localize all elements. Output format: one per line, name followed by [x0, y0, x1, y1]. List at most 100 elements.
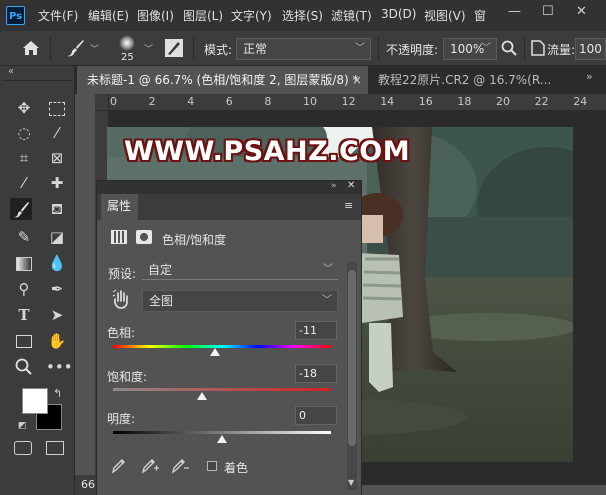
- mode-label: 模式:: [204, 43, 233, 57]
- tab-label: 教程22原片.CR2 @ 16.7%(R...: [378, 73, 552, 87]
- rectangle-tool-icon[interactable]: [13, 330, 35, 352]
- panel-scroll-thumb[interactable]: [348, 270, 356, 446]
- colorize-label: 着色: [224, 461, 249, 475]
- brush-tool-icon[interactable]: [10, 198, 32, 220]
- gradient-tool-icon[interactable]: [13, 252, 35, 274]
- menu-image[interactable]: 图像(I): [137, 7, 174, 24]
- saturation-slider-thumb[interactable]: [197, 392, 208, 400]
- quick-selection-tool-icon[interactable]: ⁄: [46, 122, 68, 144]
- move-tool-icon[interactable]: ✥: [13, 97, 35, 119]
- ruler-tick-label: 22: [534, 95, 549, 108]
- ruler-tick-label: 2: [148, 95, 156, 108]
- saturation-input[interactable]: -18: [295, 364, 337, 383]
- menu-file[interactable]: 文件(F): [38, 7, 78, 24]
- colorize-checkbox[interactable]: [207, 461, 217, 471]
- pressure-opacity-icon[interactable]: [501, 40, 517, 56]
- hue-input[interactable]: -11: [295, 321, 337, 340]
- flow-label: 流量:: [547, 43, 576, 57]
- crop-tool-icon[interactable]: ⌗: [13, 147, 35, 169]
- eraser-tool-icon[interactable]: ◪: [46, 226, 68, 248]
- eyedropper-icon[interactable]: [110, 456, 128, 474]
- adjustment-title: 色相/饱和度: [162, 233, 227, 247]
- maximize-button[interactable]: ☐: [542, 4, 554, 19]
- dodge-tool-icon[interactable]: ⚲: [13, 278, 35, 300]
- minimize-button[interactable]: —: [508, 4, 521, 19]
- lightness-slider-thumb[interactable]: [217, 435, 227, 443]
- menu-view[interactable]: 视图(V): [424, 7, 466, 24]
- adjustment-type-icon[interactable]: [111, 230, 127, 244]
- lasso-tool-icon[interactable]: ◌: [13, 122, 35, 144]
- eyedropper-add-icon[interactable]: [140, 456, 160, 474]
- brush-tip-icon[interactable]: [114, 33, 140, 53]
- hue-slider-track[interactable]: [113, 345, 331, 348]
- chevron-down-icon: ﹀: [355, 43, 365, 54]
- more-tabs-icon[interactable]: »: [586, 70, 593, 83]
- healing-brush-tool-icon[interactable]: ✚: [46, 172, 68, 194]
- collapse-panel-icon[interactable]: »: [331, 181, 337, 191]
- hue-slider-thumb[interactable]: [210, 348, 221, 356]
- menu-edit[interactable]: 编辑(E): [88, 7, 129, 24]
- tab-label: 未标题-1 @ 66.7% (色相/饱和度 2, 图层蒙版/8) *: [87, 73, 359, 87]
- ruler-tick-label: 12: [341, 95, 356, 108]
- opacity-field[interactable]: 100% ﹀: [443, 38, 497, 60]
- saturation-slider-track[interactable]: [113, 388, 331, 391]
- scroll-down-icon[interactable]: ▼: [348, 478, 354, 487]
- preset-select[interactable]: 自定 ﹀: [142, 262, 338, 280]
- marquee-tool-icon[interactable]: [46, 97, 68, 119]
- opacity-label: 不透明度:: [386, 43, 439, 57]
- screen-mode-icon[interactable]: [46, 441, 64, 455]
- pen-tool-icon[interactable]: ✒: [46, 278, 68, 300]
- frame-tool-icon[interactable]: ⊠: [46, 147, 68, 169]
- mode-value: 正常: [243, 42, 268, 56]
- brush-settings-panel-icon[interactable]: [164, 38, 184, 58]
- chevron-down-icon: ﹀: [481, 43, 491, 54]
- brush-size-chevron-icon[interactable]: ﹀: [144, 42, 153, 55]
- brush-preset-icon[interactable]: [64, 38, 86, 58]
- quick-mask-icon[interactable]: [14, 441, 32, 455]
- targeted-adjustment-hand-icon[interactable]: [112, 289, 130, 309]
- tab-properties[interactable]: 属性: [101, 194, 138, 220]
- swap-colors-icon[interactable]: ↰: [53, 387, 62, 400]
- path-selection-tool-icon[interactable]: ➤: [46, 304, 68, 326]
- properties-panel-header: [97, 181, 361, 194]
- ruler-tick-label: 16: [418, 95, 433, 108]
- zoom-tool-icon[interactable]: [13, 356, 35, 378]
- history-brush-tool-icon[interactable]: ✎: [13, 226, 35, 248]
- more-tools-icon[interactable]: •••: [46, 356, 73, 378]
- ruler-tick-label: 20: [496, 95, 510, 108]
- hue-label: 色相:: [107, 326, 136, 340]
- close-tab-icon[interactable]: ×: [352, 66, 362, 94]
- lightness-input[interactable]: 0: [295, 406, 337, 425]
- flow-field[interactable]: 100: [575, 38, 606, 60]
- menu-window[interactable]: 窗: [474, 7, 486, 24]
- tab-document-active[interactable]: 未标题-1 @ 66.7% (色相/饱和度 2, 图层蒙版/8) * ×: [77, 66, 368, 94]
- eyedropper-subtract-icon[interactable]: [170, 456, 190, 474]
- menu-filter[interactable]: 滤镜(T): [331, 7, 372, 24]
- mode-select[interactable]: 正常 ﹀: [236, 38, 371, 60]
- clone-stamp-tool-icon[interactable]: ⛾: [46, 198, 68, 220]
- layer-mask-icon[interactable]: [136, 230, 152, 244]
- hand-tool-icon[interactable]: ✋: [46, 330, 68, 352]
- lightness-slider-track[interactable]: [113, 431, 331, 434]
- tab-document-raw[interactable]: 教程22原片.CR2 @ 16.7%(R...: [368, 66, 552, 94]
- home-icon[interactable]: [22, 40, 40, 56]
- menu-type[interactable]: 文字(Y): [231, 7, 272, 24]
- default-colors-icon[interactable]: ◩: [18, 421, 27, 431]
- menu-select[interactable]: 选择(S): [282, 7, 323, 24]
- ruler-tick-label: 24: [573, 95, 588, 108]
- eyedropper-tool-icon[interactable]: ⁄: [13, 172, 35, 194]
- menu-layer[interactable]: 图层(L): [183, 7, 223, 24]
- ruler-tick-label: 6: [225, 95, 233, 108]
- close-panel-icon[interactable]: ✕: [347, 180, 355, 191]
- channel-select[interactable]: 全图 ﹀: [142, 290, 338, 312]
- preset-value: 自定: [148, 263, 173, 277]
- collapse-toolbar-icon[interactable]: «: [8, 66, 14, 77]
- close-window-button[interactable]: ✕: [576, 4, 587, 19]
- blur-tool-icon[interactable]: 💧: [46, 252, 68, 274]
- brush-preset-chevron-icon[interactable]: ﹀: [90, 42, 99, 55]
- panel-menu-icon[interactable]: ≡: [344, 199, 353, 212]
- menu-3d[interactable]: 3D(D): [381, 7, 416, 21]
- type-tool-icon[interactable]: T: [13, 304, 35, 326]
- foreground-color-swatch[interactable]: [22, 388, 48, 414]
- channel-value: 全图: [149, 294, 174, 308]
